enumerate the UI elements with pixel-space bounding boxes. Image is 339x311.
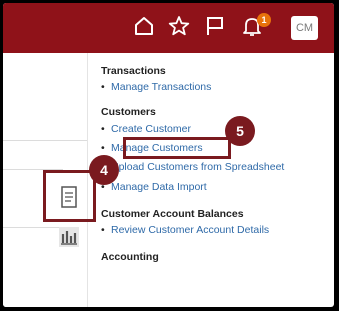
section-customers-heading: Customers (101, 106, 156, 118)
section-transactions-heading: Transactions (101, 65, 166, 77)
review-customer-account-details-link[interactable]: Review Customer Account Details (101, 224, 269, 236)
app-window: 1 CM Transactions Manage Transactions Cu… (3, 3, 334, 307)
callout-step-5: 5 (225, 116, 255, 146)
manage-transactions-link[interactable]: Manage Transactions (101, 81, 211, 93)
global-header: 1 CM (3, 3, 334, 53)
highlight-tasks-icon (43, 170, 96, 222)
divider (3, 227, 63, 228)
upload-customers-link[interactable]: Upload Customers from Spreadsheet (101, 161, 284, 173)
callout-step-4: 4 (89, 155, 119, 185)
highlight-manage-customers (123, 137, 231, 159)
favorites-star-icon[interactable] (168, 15, 190, 37)
notification-count-badge: 1 (257, 13, 271, 27)
home-icon[interactable] (133, 15, 155, 37)
user-avatar[interactable]: CM (291, 16, 318, 40)
manage-data-import-link[interactable]: Manage Data Import (101, 181, 207, 193)
flag-icon[interactable] (204, 15, 226, 37)
section-accounting-heading: Accounting (101, 251, 159, 263)
section-customer-account-balances-heading: Customer Account Balances (101, 208, 244, 220)
divider (3, 140, 88, 141)
reports-chart-icon[interactable] (57, 225, 81, 249)
create-customer-link[interactable]: Create Customer (101, 123, 191, 135)
